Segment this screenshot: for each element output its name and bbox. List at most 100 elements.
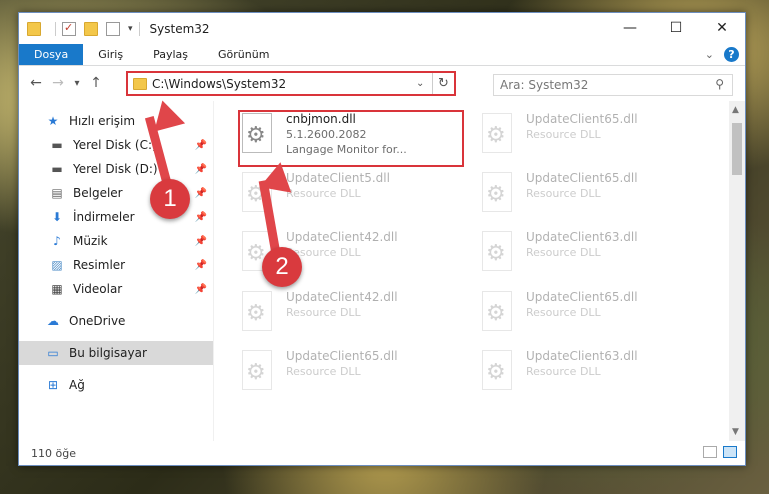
documents-icon: ▤ xyxy=(51,186,63,200)
file-item[interactable]: ⚙ UpdateClient63.dll Resource DLL xyxy=(476,229,701,283)
file-item[interactable]: ⚙ UpdateClient65.dll Resource DLL xyxy=(476,289,701,343)
minimize-button[interactable]: — xyxy=(607,13,653,43)
sidebar-item-label: Hızlı erişim xyxy=(69,114,136,128)
folder-icon xyxy=(133,77,147,90)
sidebar-item-drive-c[interactable]: ▬ Yerel Disk (C:) 📌 xyxy=(19,133,213,157)
tab-home[interactable]: Giriş xyxy=(83,44,138,65)
up-button[interactable]: ↑ xyxy=(85,75,107,91)
file-description: Resource DLL xyxy=(286,306,361,319)
file-description: Resource DLL xyxy=(286,365,361,378)
file-item[interactable]: ⚙ UpdateClient65.dll Resource DLL xyxy=(236,348,461,402)
quick-access-dropdown-icon[interactable]: ▾ xyxy=(128,24,133,34)
sidebar-item-label: OneDrive xyxy=(69,314,126,328)
pin-icon[interactable]: 📌 xyxy=(195,236,207,247)
file-name: UpdateClient65.dll xyxy=(526,171,638,185)
file-description: Resource DLL xyxy=(526,306,601,319)
dll-file-icon: ⚙ xyxy=(476,348,520,394)
refresh-icon[interactable]: ↻ xyxy=(432,73,454,94)
search-placeholder: Ara: System32 xyxy=(500,78,589,92)
back-button[interactable]: ← xyxy=(25,75,47,91)
file-item[interactable]: ⚙ UpdateClient63.dll Resource DLL xyxy=(476,348,701,402)
details-view-icon[interactable] xyxy=(703,446,717,458)
dll-file-icon: ⚙ xyxy=(476,170,520,216)
step-1-badge: 1 xyxy=(150,179,190,219)
downloads-icon: ⬇ xyxy=(51,210,63,224)
large-icons-view-icon[interactable] xyxy=(723,446,737,458)
file-name: UpdateClient65.dll xyxy=(526,112,638,126)
file-name: UpdateClient42.dll xyxy=(286,230,398,244)
sidebar-item-pictures[interactable]: ▨ Resimler 📌 xyxy=(19,253,213,277)
videos-icon: ▦ xyxy=(51,282,63,296)
dll-file-icon: ⚙ xyxy=(236,289,280,335)
pin-icon[interactable]: 📌 xyxy=(195,164,207,175)
address-text[interactable]: C:\Windows\System32 xyxy=(152,77,416,91)
sidebar-item-label: Belgeler xyxy=(73,186,123,200)
pin-icon[interactable]: 📌 xyxy=(195,140,207,151)
customize-icon[interactable] xyxy=(106,21,120,36)
forward-button[interactable]: → xyxy=(47,75,69,91)
search-icon: ⚲ xyxy=(715,77,724,91)
sidebar-item-this-pc[interactable]: ▭ Bu bilgisayar xyxy=(19,341,213,365)
file-description: Resource DLL xyxy=(526,128,601,141)
tab-view[interactable]: Görünüm xyxy=(203,44,284,65)
vertical-scrollbar[interactable]: ▲ ▼ xyxy=(729,101,745,441)
sidebar-item-label: Yerel Disk (D:) xyxy=(73,162,158,176)
pin-icon[interactable]: 📌 xyxy=(195,260,207,271)
sidebar-item-label: Ağ xyxy=(69,378,85,392)
navigation-bar: ← → ▾ ↑ C:\Windows\System32 ⌄ ↻ Ara: Sys… xyxy=(19,66,745,100)
tab-file[interactable]: Dosya xyxy=(19,44,84,65)
help-icon[interactable]: ? xyxy=(724,47,739,62)
computer-icon: ▭ xyxy=(47,346,59,360)
file-description: Resource DLL xyxy=(526,365,601,378)
music-icon: ♪ xyxy=(53,234,61,248)
sidebar-item-videos[interactable]: ▦ Videolar 📌 xyxy=(19,277,213,301)
file-item[interactable]: ⚙ UpdateClient65.dll Resource DLL xyxy=(476,111,701,165)
sidebar-item-network[interactable]: ⊞ Ağ xyxy=(19,373,213,397)
sidebar-item-music[interactable]: ♪ Müzik 📌 xyxy=(19,229,213,253)
dll-file-icon: ⚙ xyxy=(236,348,280,394)
sidebar-item-onedrive[interactable]: ☁ OneDrive xyxy=(19,309,213,333)
properties-icon[interactable] xyxy=(62,21,76,36)
file-name: UpdateClient63.dll xyxy=(526,230,638,244)
file-name: UpdateClient63.dll xyxy=(526,349,638,363)
cloud-icon: ☁ xyxy=(47,314,59,328)
file-item[interactable]: ⚙ UpdateClient65.dll Resource DLL xyxy=(476,170,701,224)
address-bar[interactable]: C:\Windows\System32 ⌄ ↻ xyxy=(126,71,456,96)
sidebar-item-label: Müzik xyxy=(73,234,108,248)
file-name: UpdateClient65.dll xyxy=(526,290,638,304)
scroll-down-icon[interactable]: ▼ xyxy=(732,427,739,437)
dll-file-icon: ⚙ xyxy=(476,289,520,335)
step-2-badge: 2 xyxy=(262,247,302,287)
expand-ribbon-icon[interactable]: ⌄ xyxy=(705,48,714,61)
search-input[interactable]: Ara: System32 ⚲ xyxy=(493,74,733,96)
item-count: 110 öğe xyxy=(31,446,76,460)
status-bar: 110 öğe xyxy=(19,441,745,465)
pin-icon[interactable]: 📌 xyxy=(195,188,207,199)
file-name: UpdateClient5.dll xyxy=(286,171,390,185)
pictures-icon: ▨ xyxy=(51,258,63,272)
address-dropdown-icon[interactable]: ⌄ xyxy=(416,78,432,89)
file-description: Resource DLL xyxy=(286,246,361,259)
star-icon: ★ xyxy=(47,114,59,128)
pin-icon[interactable]: 📌 xyxy=(195,284,207,295)
file-item[interactable]: ⚙ UpdateClient42.dll Resource DLL xyxy=(236,289,461,343)
file-name: UpdateClient42.dll xyxy=(286,290,398,304)
sidebar-item-label: Videolar xyxy=(73,282,123,296)
drive-icon: ▬ xyxy=(51,138,63,152)
sidebar-item-label: Bu bilgisayar xyxy=(69,346,147,360)
close-button[interactable]: ✕ xyxy=(699,13,745,43)
sidebar-item-label: Resimler xyxy=(73,258,126,272)
tab-share[interactable]: Paylaş xyxy=(138,44,203,65)
maximize-button[interactable]: ☐ xyxy=(653,13,699,43)
sidebar-item-drive-d[interactable]: ▬ Yerel Disk (D:) 📌 xyxy=(19,157,213,181)
title-bar: ▾ System32 — ☐ ✕ xyxy=(19,13,745,44)
file-description: Resource DLL xyxy=(286,187,361,200)
scroll-up-icon[interactable]: ▲ xyxy=(732,105,739,115)
recent-locations-button[interactable]: ▾ xyxy=(69,78,85,89)
pin-icon[interactable]: 📌 xyxy=(195,212,207,223)
dll-file-icon: ⚙ xyxy=(476,111,520,157)
new-folder-icon[interactable] xyxy=(84,21,98,36)
scrollbar-thumb[interactable] xyxy=(732,123,742,175)
